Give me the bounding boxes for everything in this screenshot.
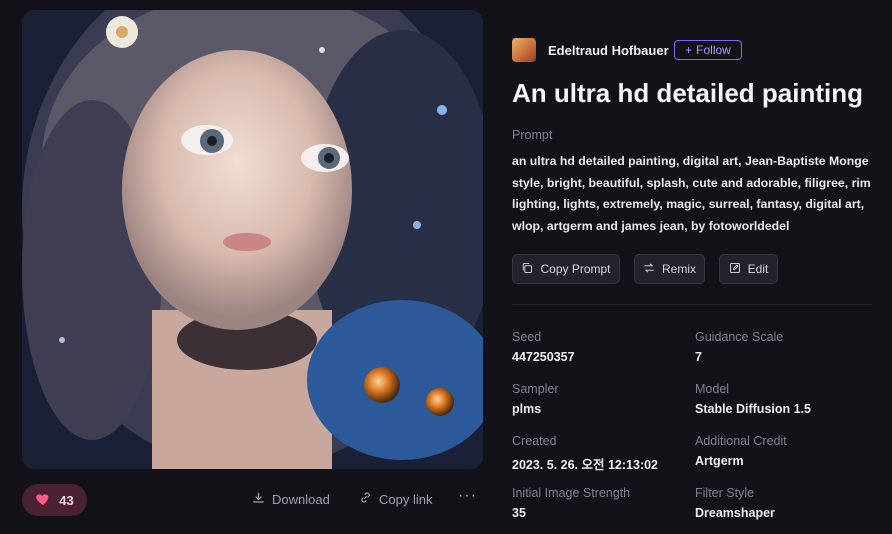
seed-value: 447250357 — [512, 350, 575, 364]
filter-value: Dreamshaper — [695, 506, 775, 520]
remix-icon — [643, 262, 655, 277]
prompt-label: Prompt — [512, 128, 553, 142]
edit-label: Edit — [747, 262, 769, 276]
heart-icon — [35, 491, 51, 510]
artwork-image[interactable] — [22, 10, 483, 469]
prompt-text: an ultra hd detailed painting, digital a… — [512, 154, 871, 233]
page-title: An ultra hd detailed painting — [512, 78, 863, 108]
copy-prompt-button[interactable]: Copy Prompt — [512, 254, 620, 284]
download-label: Download — [272, 491, 330, 507]
seed-label: Seed — [512, 330, 542, 344]
artwork-illustration — [22, 10, 483, 469]
created-value: 2023. 5. 26. 오전 12:13:02 — [512, 458, 659, 472]
like-button[interactable]: 43 — [22, 484, 87, 516]
more-options-button[interactable]: ··· — [458, 487, 477, 505]
copy-link-label: Copy link — [379, 491, 433, 507]
copy-prompt-label: Copy Prompt — [540, 262, 611, 276]
download-button[interactable]: Download — [252, 491, 330, 507]
credit-value: Artgerm — [695, 454, 744, 468]
strength-value: 35 — [512, 506, 526, 520]
download-icon — [252, 491, 265, 507]
edit-icon — [729, 262, 741, 277]
avatar[interactable] — [512, 38, 536, 62]
strength-label: Initial Image Strength — [512, 486, 631, 500]
credit-label: Additional Credit — [695, 434, 787, 448]
copy-link-button[interactable]: Copy link — [359, 491, 432, 507]
remix-button[interactable]: Remix — [634, 254, 705, 284]
follow-button[interactable]: + Follow — [674, 40, 742, 60]
copy-icon — [521, 262, 533, 277]
model-label: Model — [695, 382, 730, 396]
divider — [512, 304, 872, 305]
guidance-label: Guidance Scale — [695, 330, 784, 344]
remix-label: Remix — [661, 262, 696, 276]
model-value: Stable Diffusion 1.5 — [695, 402, 811, 416]
link-icon — [359, 491, 372, 507]
sampler-value: plms — [512, 402, 542, 416]
author-name[interactable]: Edeltraud Hofbauer — [548, 43, 669, 58]
like-count: 43 — [59, 492, 74, 508]
guidance-value: 7 — [695, 350, 702, 364]
plus-icon: + — [685, 43, 693, 57]
more-icon: ··· — [458, 487, 477, 504]
edit-button[interactable]: Edit — [719, 254, 778, 284]
created-label: Created — [512, 434, 557, 448]
sampler-label: Sampler — [512, 382, 559, 396]
filter-label: Filter Style — [695, 486, 755, 500]
follow-label: Follow — [696, 43, 731, 57]
